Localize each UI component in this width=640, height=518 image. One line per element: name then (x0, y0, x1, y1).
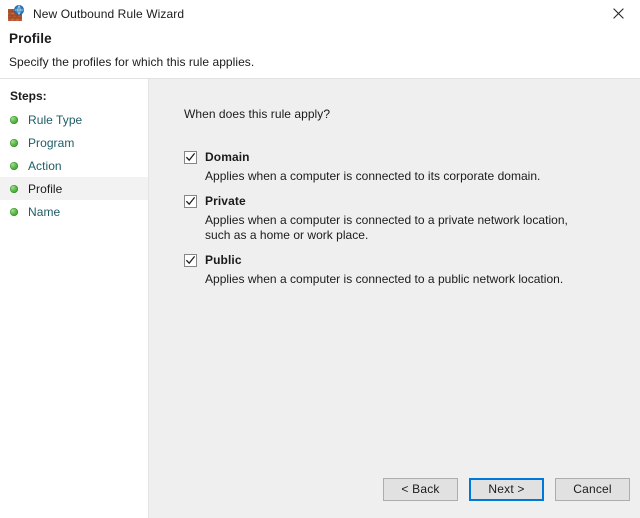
sidebar-item-label: Name (28, 204, 61, 219)
profile-options-group: Domain Applies when a computer is connec… (184, 150, 640, 287)
sidebar-item-action[interactable]: Action (0, 154, 148, 177)
page-subtitle: Specify the profiles for which this rule… (9, 55, 255, 69)
option-label: Private (205, 194, 246, 208)
button-bar: < Back Next > Cancel (149, 460, 640, 518)
main-panel: When does this rule apply? Domain Applie… (149, 79, 640, 518)
page-header: Profile Specify the profiles for which t… (0, 27, 640, 79)
steps-sidebar: Steps: Rule Type Program Action Profile … (0, 79, 149, 518)
checkbox-checked-icon (184, 254, 197, 267)
option-label: Public (205, 253, 242, 267)
checkbox-checked-icon (184, 151, 197, 164)
title-bar: New Outbound Rule Wizard (0, 0, 640, 27)
sidebar-item-rule-type[interactable]: Rule Type (0, 108, 148, 131)
checkbox-private[interactable]: Private (184, 194, 640, 209)
green-bullet-icon (10, 161, 18, 170)
green-bullet-icon (10, 207, 18, 216)
sidebar-item-label: Program (28, 135, 75, 150)
option-private: Private Applies when a computer is conne… (184, 194, 640, 243)
checkbox-checked-icon (184, 195, 197, 208)
main-content: When does this rule apply? Domain Applie… (149, 79, 640, 460)
back-button[interactable]: < Back (383, 477, 458, 501)
option-label: Domain (205, 150, 250, 164)
option-public: Public Applies when a computer is connec… (184, 253, 640, 287)
green-bullet-icon (10, 138, 18, 147)
page-title: Profile (9, 31, 52, 46)
sidebar-item-name[interactable]: Name (0, 200, 148, 223)
cancel-button[interactable]: Cancel (555, 477, 630, 501)
sidebar-item-label: Profile (28, 181, 63, 196)
next-button[interactable]: Next > (469, 477, 544, 501)
wizard-body: Steps: Rule Type Program Action Profile … (0, 79, 640, 518)
steps-heading: Steps: (10, 89, 47, 103)
green-bullet-icon (10, 115, 18, 124)
option-description: Applies when a computer is connected to … (205, 213, 568, 242)
option-description: Applies when a computer is connected to … (205, 272, 564, 286)
green-bullet-icon (10, 184, 18, 193)
checkbox-public[interactable]: Public (184, 253, 640, 268)
checkbox-domain[interactable]: Domain (184, 150, 640, 165)
option-description: Applies when a computer is connected to … (205, 169, 541, 183)
option-domain: Domain Applies when a computer is connec… (184, 150, 640, 184)
sidebar-item-label: Action (28, 158, 62, 173)
window-title: New Outbound Rule Wizard (33, 6, 185, 21)
firewall-rule-icon (7, 4, 25, 23)
sidebar-item-program[interactable]: Program (0, 131, 148, 154)
wizard-window: New Outbound Rule Wizard Profile Specify… (0, 0, 640, 518)
sidebar-item-label: Rule Type (28, 112, 83, 127)
close-icon[interactable] (596, 0, 640, 27)
sidebar-item-profile[interactable]: Profile (0, 177, 148, 200)
question-text: When does this rule apply? (184, 107, 331, 121)
